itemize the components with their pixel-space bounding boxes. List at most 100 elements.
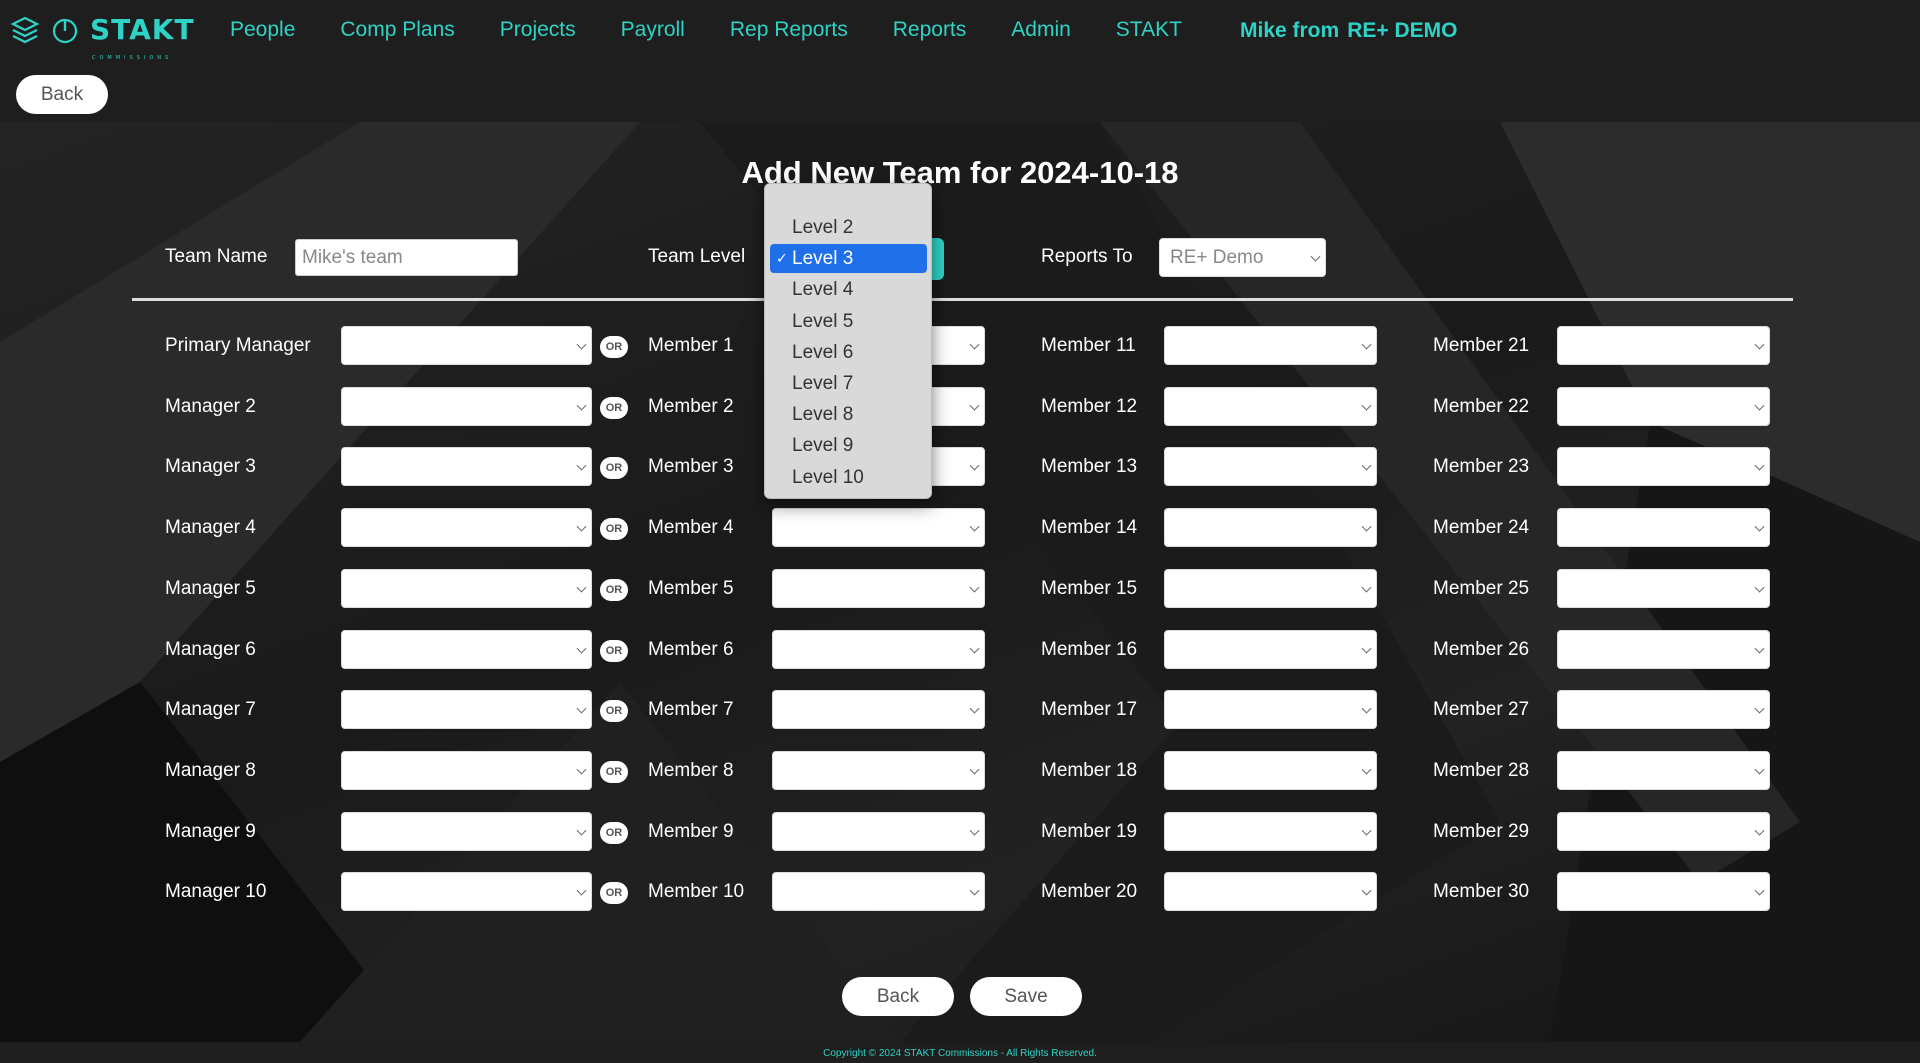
member-label: Member 2 xyxy=(648,396,734,417)
chevron-down-icon xyxy=(1361,460,1372,471)
dropdown-option-level-4[interactable]: Level 4 xyxy=(770,275,927,304)
member-select[interactable] xyxy=(772,872,985,911)
manager-select[interactable] xyxy=(341,569,592,608)
or-toggle[interactable]: OR xyxy=(600,882,628,904)
member-select[interactable] xyxy=(1164,630,1377,669)
reports-to-select[interactable]: RE+ Demo xyxy=(1159,238,1326,277)
chevron-down-icon xyxy=(1361,339,1372,350)
dropdown-option-label: Level 5 xyxy=(792,310,854,332)
or-toggle[interactable]: OR xyxy=(600,579,628,601)
manager-label: Manager 6 xyxy=(165,639,256,660)
chevron-down-icon xyxy=(1361,703,1372,714)
nav-link-rep-reports[interactable]: Rep Reports xyxy=(730,18,848,42)
manager-select[interactable] xyxy=(341,690,592,729)
chevron-down-icon xyxy=(1754,703,1765,714)
dropdown-option-level-5[interactable]: Level 5 xyxy=(770,307,927,336)
member-select[interactable] xyxy=(772,751,985,790)
team-level-select-edge[interactable] xyxy=(930,238,944,280)
dropdown-option-level-7[interactable]: Level 7 xyxy=(770,369,927,398)
member-select[interactable] xyxy=(1557,387,1770,426)
or-toggle[interactable]: OR xyxy=(600,822,628,844)
chevron-down-icon xyxy=(969,885,980,896)
member-select[interactable] xyxy=(1557,812,1770,851)
member-select[interactable] xyxy=(1557,751,1770,790)
or-toggle[interactable]: OR xyxy=(600,457,628,479)
member-label: Member 3 xyxy=(648,456,734,477)
member-select[interactable] xyxy=(772,508,985,547)
member-select[interactable] xyxy=(1164,508,1377,547)
or-toggle[interactable]: OR xyxy=(600,761,628,783)
dropdown-option-level-8[interactable]: Level 8 xyxy=(770,400,927,429)
member-select[interactable] xyxy=(1164,447,1377,486)
member-label: Member 6 xyxy=(648,639,734,660)
member-label: Member 15 xyxy=(1041,578,1138,599)
member-label: Member 8 xyxy=(648,760,734,781)
dropdown-option-level-3[interactable]: ✓ Level 3 xyxy=(770,244,927,274)
member-label: Member 23 xyxy=(1433,456,1530,477)
or-toggle[interactable]: OR xyxy=(600,700,628,722)
member-select[interactable] xyxy=(1164,812,1377,851)
member-select[interactable] xyxy=(1164,387,1377,426)
member-select[interactable] xyxy=(1164,569,1377,608)
manager-label: Primary Manager xyxy=(165,335,311,356)
manager-select[interactable] xyxy=(341,630,592,669)
manager-select[interactable] xyxy=(341,387,592,426)
member-select[interactable] xyxy=(772,690,985,729)
manager-select[interactable] xyxy=(341,326,592,365)
or-toggle[interactable]: OR xyxy=(600,518,628,540)
brand-logo[interactable]: STAKT COMMISSIONS xyxy=(10,12,195,62)
save-button[interactable]: Save xyxy=(970,977,1082,1016)
member-label: Member 9 xyxy=(648,821,734,842)
member-select[interactable] xyxy=(1557,630,1770,669)
nav-link-projects[interactable]: Projects xyxy=(500,18,576,42)
member-select[interactable] xyxy=(772,569,985,608)
chevron-down-icon xyxy=(1361,885,1372,896)
member-select[interactable] xyxy=(1557,569,1770,608)
dropdown-option-label: Level 8 xyxy=(792,404,854,426)
dropdown-option-level-9[interactable]: Level 9 xyxy=(770,431,927,460)
chevron-down-icon xyxy=(969,582,980,593)
member-select[interactable] xyxy=(1164,326,1377,365)
manager-select[interactable] xyxy=(341,508,592,547)
chevron-down-icon xyxy=(1754,764,1765,775)
member-select[interactable] xyxy=(1164,751,1377,790)
dropdown-option-level-2[interactable]: Level 2 xyxy=(770,213,927,242)
nav-link-admin[interactable]: Admin xyxy=(1011,18,1071,42)
manager-select[interactable] xyxy=(341,812,592,851)
member-select[interactable] xyxy=(772,630,985,669)
chevron-down-icon xyxy=(576,643,587,654)
dropdown-option-level-6[interactable]: Level 6 xyxy=(770,338,927,367)
member-label: Member 10 xyxy=(648,881,745,902)
manager-select[interactable] xyxy=(341,751,592,790)
dropdown-option-level-10[interactable]: Level 10 xyxy=(770,463,927,492)
nav-link-payroll[interactable]: Payroll xyxy=(621,18,685,42)
member-select[interactable] xyxy=(772,812,985,851)
team-name-input[interactable]: Mike's team xyxy=(295,239,518,276)
or-toggle[interactable]: OR xyxy=(600,640,628,662)
brand-wordmark: STAKT COMMISSIONS xyxy=(90,16,195,62)
manager-select[interactable] xyxy=(341,872,592,911)
manager-select[interactable] xyxy=(341,447,592,486)
nav-link-reports[interactable]: Reports xyxy=(893,18,967,42)
back-button-top[interactable]: Back xyxy=(16,75,108,114)
member-select[interactable] xyxy=(1557,326,1770,365)
chevron-down-icon xyxy=(969,764,980,775)
member-select[interactable] xyxy=(1557,508,1770,547)
member-select[interactable] xyxy=(1557,872,1770,911)
or-toggle[interactable]: OR xyxy=(600,336,628,358)
back-button[interactable]: Back xyxy=(842,977,954,1016)
nav-link-comp-plans[interactable]: Comp Plans xyxy=(340,18,454,42)
footer: Copyright © 2024 STAKT Commissions - All… xyxy=(0,1042,1920,1063)
member-select[interactable] xyxy=(1557,690,1770,729)
chevron-down-icon xyxy=(969,460,980,471)
nav-link-people[interactable]: People xyxy=(230,18,295,42)
member-label: Member 19 xyxy=(1041,821,1138,842)
member-select[interactable] xyxy=(1164,872,1377,911)
power-icon xyxy=(52,18,78,44)
member-select[interactable] xyxy=(1557,447,1770,486)
nav-link-stakt[interactable]: STAKT xyxy=(1116,18,1182,42)
nav-user[interactable]: Mike from RE+ DEMO xyxy=(1240,19,1457,43)
or-toggle[interactable]: OR xyxy=(600,397,628,419)
member-select[interactable] xyxy=(1164,690,1377,729)
team-level-dropdown[interactable]: Level 2 ✓ Level 3 Level 4 Level 5 Level 6 Leve… xyxy=(764,183,932,499)
